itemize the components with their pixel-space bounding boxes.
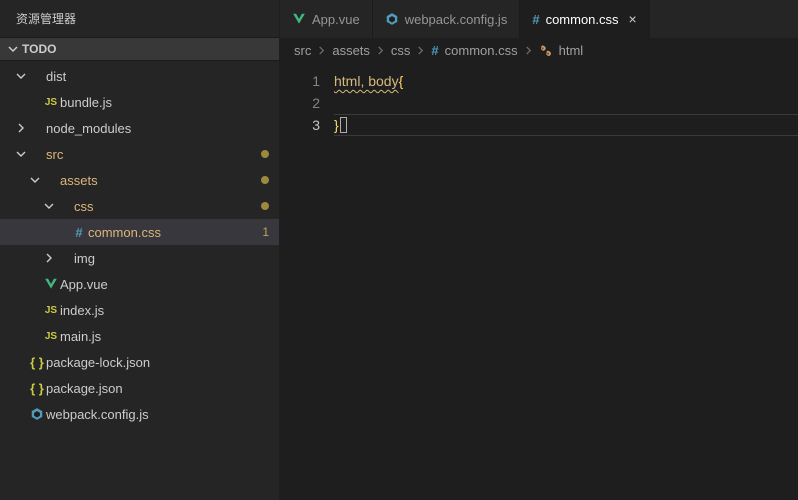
webpack-icon	[385, 12, 399, 26]
chevron-down-icon	[42, 201, 56, 211]
breadcrumb-item[interactable]: assets	[332, 43, 370, 58]
chevron-right-icon	[376, 46, 385, 55]
vue-icon	[42, 277, 60, 291]
chevron-down-icon	[6, 44, 20, 54]
breadcrumb-item[interactable]: common.css	[445, 43, 518, 58]
tree-item-label: img	[74, 251, 269, 266]
tree-item-package-json[interactable]: { }package.json	[0, 375, 279, 401]
hash-icon: #	[431, 43, 438, 58]
chevron-right-icon	[524, 46, 533, 55]
tree-item-label: App.vue	[60, 277, 269, 292]
tree-item-common-css[interactable]: #common.css 1	[0, 219, 279, 245]
tree-item-dist[interactable]: dist	[0, 63, 279, 89]
breadcrumb-item[interactable]: html	[559, 43, 584, 58]
hash-icon: #	[70, 225, 88, 240]
webpack-icon	[28, 407, 46, 421]
symbol-icon	[539, 44, 553, 58]
tree-item-css[interactable]: css	[0, 193, 279, 219]
tree-item-img[interactable]: img	[0, 245, 279, 271]
section-title: TODO	[22, 42, 56, 56]
tree-item-bundle-js[interactable]: JSbundle.js	[0, 89, 279, 115]
line-number: 2	[280, 92, 320, 114]
js-icon: JS	[42, 97, 60, 108]
tree-item-label: assets	[60, 173, 255, 188]
tab-webpack-config-js[interactable]: webpack.config.js	[373, 0, 521, 38]
tree-item-label: main.js	[60, 329, 269, 344]
tab-label: webpack.config.js	[405, 12, 508, 27]
brace-open: {	[399, 73, 404, 89]
tree-item-webpack-config-js[interactable]: webpack.config.js	[0, 401, 279, 427]
tree-item-app-vue[interactable]: App.vue	[0, 271, 279, 297]
chevron-right-icon	[42, 253, 56, 263]
close-icon[interactable]: ×	[629, 12, 637, 26]
explorer-sidebar: 资源管理器 TODO distJSbundle.jsnode_modulessr…	[0, 0, 280, 500]
braces-icon: { }	[28, 355, 46, 370]
tree-item-label: src	[46, 147, 255, 162]
chevron-right-icon	[14, 123, 28, 133]
modified-dot-icon	[261, 202, 269, 210]
tab-app-vue[interactable]: App.vue	[280, 0, 373, 38]
tree-item-main-js[interactable]: JSmain.js	[0, 323, 279, 349]
explorer-title: 资源管理器	[0, 0, 279, 37]
hash-icon: #	[532, 12, 539, 27]
code-line: }	[334, 114, 798, 136]
tab-label: common.css	[546, 12, 619, 27]
tree-item-assets[interactable]: assets	[0, 167, 279, 193]
modified-dot-icon	[261, 150, 269, 158]
editor-pane: App.vue webpack.config.js # common.css × src…	[280, 0, 798, 500]
tree-item-node_modules[interactable]: node_modules	[0, 115, 279, 141]
modified-badge: 1	[262, 225, 269, 239]
tree-item-label: webpack.config.js	[46, 407, 269, 422]
tree-item-label: dist	[46, 69, 269, 84]
tab-bar: App.vue webpack.config.js # common.css ×	[280, 0, 798, 38]
modified-dot-icon	[261, 176, 269, 184]
tree-item-label: bundle.js	[60, 95, 269, 110]
tree-item-src[interactable]: src	[0, 141, 279, 167]
tree-item-label: node_modules	[46, 121, 269, 136]
code-line: html, body{	[334, 70, 798, 92]
code-area[interactable]: 1 2 3 html, body{ }	[280, 64, 798, 500]
file-tree: distJSbundle.jsnode_modulessrcassetscss#…	[0, 61, 279, 500]
breadcrumb-item[interactable]: css	[391, 43, 411, 58]
line-number: 1	[280, 70, 320, 92]
tree-item-label: index.js	[60, 303, 269, 318]
vue-icon	[292, 12, 306, 26]
tab-common-css[interactable]: # common.css ×	[520, 0, 649, 38]
tree-item-label: css	[74, 199, 255, 214]
chevron-down-icon	[14, 71, 28, 81]
code-line	[334, 92, 798, 114]
tree-item-package-lock-json[interactable]: { }package-lock.json	[0, 349, 279, 375]
chevron-down-icon	[28, 175, 42, 185]
js-icon: JS	[42, 331, 60, 342]
braces-icon: { }	[28, 381, 46, 396]
chevron-down-icon	[14, 149, 28, 159]
tab-label: App.vue	[312, 12, 360, 27]
js-icon: JS	[42, 305, 60, 316]
breadcrumb-item[interactable]: src	[294, 43, 311, 58]
section-header-todo[interactable]: TODO	[0, 37, 279, 61]
chevron-right-icon	[416, 46, 425, 55]
tree-item-label: package-lock.json	[46, 355, 269, 370]
text-cursor	[340, 117, 347, 133]
tree-item-label: common.css	[88, 225, 256, 240]
css-selector: html, body	[334, 73, 399, 89]
tree-item-index-js[interactable]: JSindex.js	[0, 297, 279, 323]
breadcrumb[interactable]: src assets css # common.css html	[280, 38, 798, 64]
code-content[interactable]: html, body{ }	[334, 64, 798, 500]
line-number: 3	[280, 114, 320, 136]
chevron-right-icon	[317, 46, 326, 55]
line-gutter: 1 2 3	[280, 64, 334, 500]
brace-close: }	[334, 117, 339, 133]
tree-item-label: package.json	[46, 381, 269, 396]
